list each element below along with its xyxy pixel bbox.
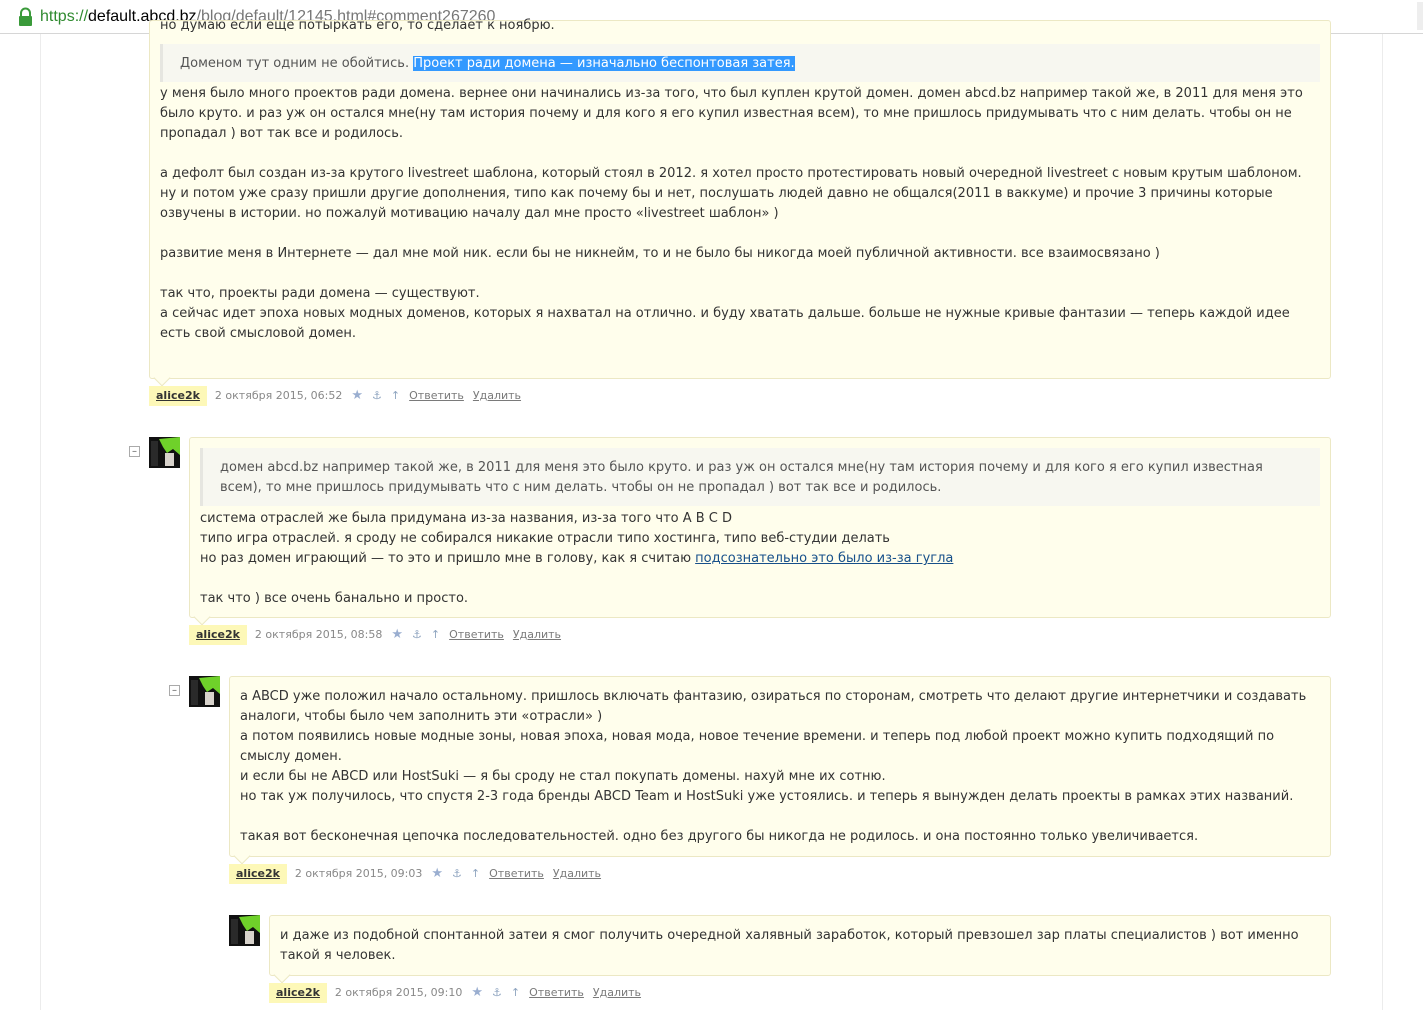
- arrow-up-icon[interactable]: ↑: [471, 864, 480, 884]
- avatar[interactable]: [149, 437, 180, 468]
- avatar[interactable]: [189, 676, 220, 707]
- author-link[interactable]: alice2k: [149, 386, 207, 406]
- comment-text-fragment: но думаю если еще потыркать его, то сдел…: [160, 18, 555, 32]
- padlock-icon: [19, 7, 32, 26]
- delete-link[interactable]: Удалить: [513, 628, 561, 641]
- comment-date[interactable]: 2 октября 2015, 06:52: [215, 389, 342, 402]
- collapse-toggle[interactable]: –: [129, 446, 140, 457]
- comment-info: alice2k 2 октября 2015, 06:52 ★ ⚓ ↑ Ответить У…: [149, 386, 530, 406]
- avatar-image: [149, 437, 180, 468]
- blockquote: домен abcd.bz например такой же, в 2011 …: [200, 448, 1320, 506]
- comment-line: но раз домен играющий — то это и пришло …: [200, 551, 696, 566]
- comment-link[interactable]: подсознательно это было из-за гугла: [695, 551, 953, 566]
- selected-text: Проект ради домена — изначально беспонто…: [413, 56, 795, 71]
- author-link[interactable]: alice2k: [229, 864, 287, 884]
- comment-body: а ABCD уже положил начало остальному. пр…: [229, 676, 1331, 857]
- comment-info: alice2k 2 октября 2015, 09:03 ★ ⚓ ↑ Ответить У…: [229, 864, 610, 884]
- comment-line: система отраслей же была придумана из-за…: [200, 511, 733, 526]
- comment-line: типо игра отраслей. я сроду не собирался…: [200, 531, 890, 546]
- arrow-up-icon[interactable]: ↑: [391, 386, 400, 406]
- delete-link[interactable]: Удалить: [593, 986, 641, 999]
- comment-date[interactable]: 2 октября 2015, 09:10: [335, 986, 462, 999]
- comment-body: и даже из подобной спонтанной затеи я см…: [269, 915, 1331, 976]
- arrow-up-icon[interactable]: ↑: [431, 625, 440, 645]
- url-scheme: https://: [40, 8, 89, 25]
- quote-text: Доменом тут одним не обойтись.: [180, 56, 414, 71]
- comment-paragraph: а дефолт был создан из-за крутого livest…: [160, 166, 1302, 221]
- comment-date[interactable]: 2 октября 2015, 09:03: [295, 867, 422, 880]
- avatar[interactable]: [229, 915, 260, 946]
- comment-paragraph: а ABCD уже положил начало остальному. пр…: [240, 689, 1307, 804]
- comment-paragraph: развитие меня в Интернете — дал мне мой …: [160, 246, 1160, 261]
- avatar-image: [189, 676, 220, 707]
- delete-link[interactable]: Удалить: [473, 389, 521, 402]
- author-link[interactable]: alice2k: [189, 625, 247, 645]
- anchor-icon[interactable]: ⚓: [372, 386, 382, 406]
- reply-link[interactable]: Ответить: [449, 628, 504, 641]
- delete-link[interactable]: Удалить: [553, 867, 601, 880]
- comment-line: так что ) все очень банально и просто.: [200, 591, 469, 606]
- comment-paragraph: и даже из подобной спонтанной затеи я см…: [280, 928, 1299, 963]
- favourite-star-icon[interactable]: ★: [391, 625, 403, 645]
- comment-info: alice2k 2 октября 2015, 09:10 ★ ⚓ ↑ Ответить У…: [269, 983, 650, 1003]
- anchor-icon[interactable]: ⚓: [412, 625, 422, 645]
- favourite-star-icon[interactable]: ★: [471, 983, 483, 1003]
- comment-body: домен abcd.bz например такой же, в 2011 …: [189, 437, 1331, 618]
- reply-link[interactable]: Ответить: [489, 867, 544, 880]
- comment-body: но думаю если еще потыркать его, то сдел…: [149, 18, 1331, 379]
- reply-link[interactable]: Ответить: [529, 986, 584, 999]
- anchor-icon[interactable]: ⚓: [492, 983, 502, 1003]
- collapse-toggle[interactable]: –: [169, 685, 180, 696]
- comment-date[interactable]: 2 октября 2015, 08:58: [255, 628, 382, 641]
- favourite-star-icon[interactable]: ★: [431, 864, 443, 884]
- comment-paragraph: так что, проекты ради домена — существую…: [160, 286, 1290, 341]
- anchor-icon[interactable]: ⚓: [452, 864, 462, 884]
- avatar-image: [229, 915, 260, 946]
- comment-paragraph: у меня было много проектов ради домена. …: [160, 86, 1303, 141]
- comment-paragraph: такая вот бесконечная цепочка последоват…: [240, 829, 1199, 844]
- favourite-star-icon[interactable]: ★: [351, 386, 363, 406]
- reply-link[interactable]: Ответить: [409, 389, 464, 402]
- scrollbar[interactable]: [1417, 2, 1423, 30]
- author-link[interactable]: alice2k: [269, 983, 327, 1003]
- comment-info: alice2k 2 октября 2015, 08:58 ★ ⚓ ↑ Ответить У…: [189, 625, 570, 645]
- arrow-up-icon[interactable]: ↑: [511, 983, 520, 1003]
- blockquote: Доменом тут одним не обойтись. Проект ра…: [160, 44, 1320, 82]
